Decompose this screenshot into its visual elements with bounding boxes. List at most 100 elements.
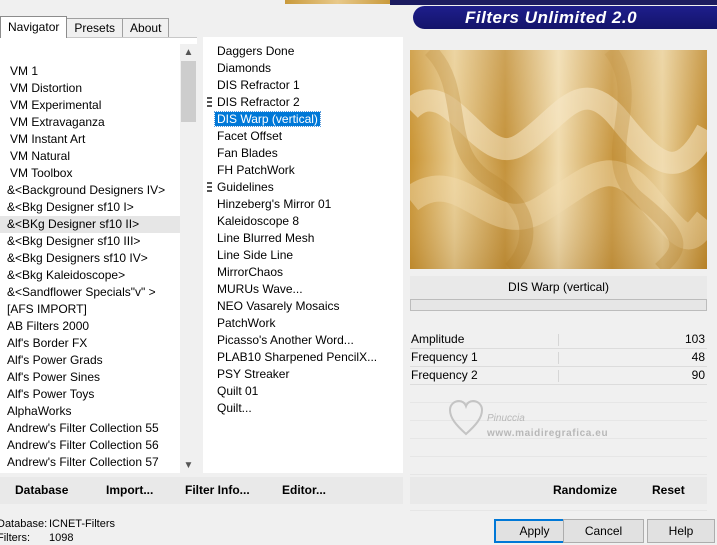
filter-item[interactable]: Quilt... — [203, 400, 403, 417]
filter-label: Facet Offset — [217, 129, 283, 143]
title-strip — [390, 0, 717, 5]
filter-label: Daggers Done — [217, 44, 295, 58]
category-item[interactable]: VM Experimental — [0, 97, 180, 114]
category-item[interactable]: VM Toolbox — [0, 165, 180, 182]
filter-label: FH PatchWork — [217, 163, 295, 177]
scroll-up-icon[interactable]: ▲ — [180, 44, 197, 61]
app-banner: Filters Unlimited 2.0 — [413, 6, 717, 29]
filter-item[interactable]: PSY Streaker — [203, 366, 403, 383]
param-frequency-1[interactable]: Frequency 1 48 — [410, 349, 707, 367]
category-item[interactable]: &<Sandflower Specials"v" > — [0, 284, 180, 301]
filter-label: PatchWork — [217, 316, 276, 330]
category-item[interactable]: Andrew's Filter Collection 56 — [0, 437, 180, 454]
filter-item[interactable]: Line Blurred Mesh — [203, 230, 403, 247]
tab-bar: Navigator Presets About — [0, 16, 170, 38]
filter-item[interactable]: Fan Blades — [203, 145, 403, 162]
category-item[interactable]: AB Filters 2000 — [0, 318, 180, 335]
filter-item[interactable]: FH PatchWork — [203, 162, 403, 179]
category-item[interactable]: VM Natural — [0, 148, 180, 165]
category-list: VM 1 VM Distortion VM Experimental VM Extra… — [0, 63, 180, 473]
top-strip — [0, 0, 717, 5]
filter-item[interactable]: MirrorChaos — [203, 264, 403, 281]
filter-item[interactable]: Quilt 01 — [203, 383, 403, 400]
filter-label: MirrorChaos — [217, 265, 284, 279]
category-item[interactable]: Alf's Power Toys — [0, 386, 180, 403]
filter-item[interactable]: Daggers Done — [203, 43, 403, 60]
slider-tick — [558, 352, 559, 364]
list-button-bar: Database Import... Filter Info... Editor… — [0, 477, 403, 504]
param-label: Amplitude — [411, 332, 465, 346]
editor-button[interactable]: Editor... — [282, 477, 326, 504]
database-button[interactable]: Database — [15, 477, 68, 504]
watermark-site: www.maidiregrafica.eu — [487, 428, 609, 439]
category-item[interactable]: Alf's Power Grads — [0, 352, 180, 369]
filter-item[interactable]: PLAB10 Sharpened PencilX... — [203, 349, 403, 366]
category-item[interactable]: &<Bkg Designers sf10 IV> — [0, 250, 180, 267]
preview-edge — [285, 0, 390, 4]
status-info: Database: ICNET-Filters Filters: 1098 — [0, 517, 200, 545]
category-item[interactable]: &<BKg Designer sf10 II> — [0, 216, 180, 233]
progress-bar — [410, 299, 707, 311]
filter-item[interactable]: DIS Refractor 1 — [203, 77, 403, 94]
param-label: Frequency 2 — [411, 368, 478, 382]
category-item[interactable]: &<Bkg Kaleidoscope> — [0, 267, 180, 284]
help-button[interactable]: Help — [647, 519, 715, 543]
filter-list: Daggers Done Diamonds DIS Refractor 1 DIS R… — [203, 43, 403, 417]
category-item[interactable]: &<Background Designers IV> — [0, 182, 180, 199]
category-item[interactable]: AlphaWorks — [0, 403, 180, 420]
category-item[interactable]: VM Extravaganza — [0, 114, 180, 131]
param-value: 90 — [691, 368, 705, 382]
filter-info-button[interactable]: Filter Info... — [185, 477, 250, 504]
scroll-down-icon[interactable]: ▼ — [180, 457, 197, 473]
import-button[interactable]: Import... — [106, 477, 153, 504]
category-item[interactable]: &<Bkg Designer sf10 III> — [0, 233, 180, 250]
category-item[interactable]: Alf's Power Sines — [0, 369, 180, 386]
param-label: Frequency 1 — [411, 350, 478, 364]
category-item[interactable]: VM Distortion — [0, 80, 180, 97]
filter-label: DIS Refractor 1 — [217, 78, 300, 92]
category-scrollbar[interactable]: ▲ ▼ — [180, 44, 197, 473]
tab-about[interactable]: About — [122, 18, 170, 38]
filter-item[interactable]: Facet Offset — [203, 128, 403, 145]
category-item[interactable]: VM Instant Art — [0, 131, 180, 148]
tab-navigator[interactable]: Navigator — [0, 16, 68, 38]
category-item[interactable]: Andrew's Filter Collection 57 — [0, 454, 180, 471]
filter-preview — [410, 50, 707, 269]
filter-item[interactable]: Diamonds — [203, 60, 403, 77]
filter-item[interactable]: PatchWork — [203, 315, 403, 332]
filter-item[interactable]: NEO Vasarely Mosaics — [203, 298, 403, 315]
param-amplitude[interactable]: Amplitude 103 — [410, 331, 707, 349]
category-item[interactable]: &<Bkg Designer sf10 I> — [0, 199, 180, 216]
filter-item[interactable]: DIS Refractor 2 — [203, 94, 403, 111]
filter-item[interactable]: MURUs Wave... — [203, 281, 403, 298]
group-marker-icon — [207, 97, 212, 108]
category-item[interactable]: Andrew's Filter Collection 55 — [0, 420, 180, 437]
database-status: Database: ICNET-Filters — [0, 518, 115, 530]
filter-item[interactable]: Hinzeberg's Mirror 01 — [203, 196, 403, 213]
scroll-thumb[interactable] — [181, 61, 196, 122]
reset-button[interactable]: Reset — [652, 477, 685, 504]
param-frequency-2[interactable]: Frequency 2 90 — [410, 367, 707, 385]
filter-label: PLAB10 Sharpened PencilX... — [217, 350, 378, 364]
category-item[interactable]: Andrew's Filter Collection 58 — [0, 471, 180, 473]
category-item[interactable]: VM 1 — [0, 63, 180, 80]
filter-item[interactable]: Line Side Line — [203, 247, 403, 264]
filter-item[interactable]: DIS Warp (vertical) — [203, 111, 403, 128]
preview-button-bar: Randomize Reset — [410, 477, 707, 504]
cancel-button[interactable]: Cancel — [563, 519, 644, 543]
filter-item[interactable]: Picasso's Another Word... — [203, 332, 403, 349]
filter-label: Line Blurred Mesh — [217, 231, 315, 245]
category-item[interactable]: Alf's Border FX — [0, 335, 180, 352]
slider-tick — [558, 370, 559, 382]
randomize-button[interactable]: Randomize — [553, 477, 617, 504]
filter-item[interactable]: Kaleidoscope 8 — [203, 213, 403, 230]
filter-item[interactable]: Guidelines — [203, 179, 403, 196]
filter-label: NEO Vasarely Mosaics — [217, 299, 340, 313]
filter-label: Line Side Line — [217, 248, 294, 262]
filter-label: Picasso's Another Word... — [217, 333, 354, 347]
param-value: 103 — [684, 332, 705, 346]
category-item[interactable]: [AFS IMPORT] — [0, 301, 180, 318]
tab-presets[interactable]: Presets — [66, 18, 124, 38]
filter-list-panel: Daggers Done Diamonds DIS Refractor 1 DIS R… — [203, 37, 403, 473]
filter-label: Hinzeberg's Mirror 01 — [217, 197, 332, 211]
